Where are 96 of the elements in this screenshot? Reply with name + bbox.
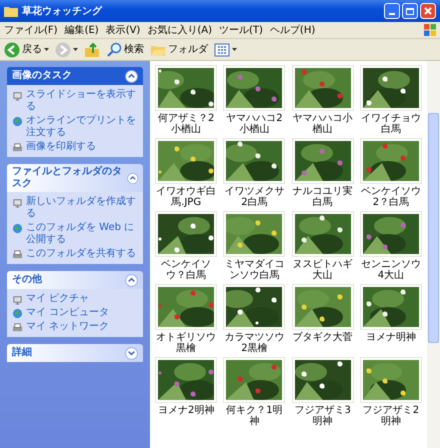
minimize-button[interactable]: [384, 3, 400, 19]
collapse-chevron-icon[interactable]: [125, 274, 138, 286]
thumbnail-frame[interactable]: [360, 211, 422, 257]
task-link[interactable]: マイ コンピュータ: [26, 307, 110, 319]
section-title: その他: [12, 274, 42, 286]
file-name: センニンソウ4大山: [360, 259, 422, 281]
task-link[interactable]: 画像を印刷する: [26, 141, 96, 153]
collapse-chevron-icon[interactable]: [126, 172, 138, 184]
maximize-button[interactable]: [402, 3, 418, 19]
dropdown-arrow-icon: [44, 48, 49, 51]
expand-chevron-icon[interactable]: [125, 346, 138, 360]
folders-button[interactable]: フォルダ: [150, 42, 208, 58]
task-link[interactable]: オンラインでプリントを注文する: [26, 115, 138, 139]
thumbnail-frame[interactable]: [292, 211, 354, 257]
up-button[interactable]: [84, 42, 100, 58]
thumbnail-frame[interactable]: [155, 65, 218, 111]
file-name: 何アザミ？2小楢山: [156, 113, 216, 135]
view-grid-icon: [214, 42, 230, 58]
task-link[interactable]: 新しいフォルダを作成する: [26, 196, 138, 220]
task-icon: [12, 90, 23, 101]
menu-item[interactable]: ツール(T): [219, 22, 263, 38]
file-name: ヤマハハコ小楢山: [292, 113, 354, 135]
file-name: ブタギク大菅: [292, 332, 353, 343]
task-icon: [12, 308, 23, 319]
file-name: イワツメクサ2白馬: [223, 186, 286, 208]
menu-item[interactable]: お気に入り(A): [147, 22, 212, 38]
task-icon: [12, 197, 23, 208]
window-title: 草花ウォッチング: [22, 4, 102, 18]
views-button[interactable]: [214, 42, 237, 58]
search-button[interactable]: 検索: [106, 42, 144, 58]
thumbnail-frame[interactable]: [292, 357, 354, 403]
scrollbar[interactable]: [427, 61, 440, 448]
thumbnail-frame[interactable]: [155, 284, 218, 330]
file-name: カラマツソウ2黒檜: [223, 332, 286, 354]
file-name: イワオウギ白馬.JPG: [155, 186, 218, 208]
file-name: ナルコユリ実白馬: [292, 186, 354, 208]
folder-icon: [4, 5, 18, 17]
task-icon: [12, 322, 23, 333]
windows-logo-icon: [424, 24, 436, 36]
menu-item[interactable]: ファイル(F): [4, 22, 58, 38]
menu-item[interactable]: 表示(V): [106, 22, 140, 38]
thumbnail-frame[interactable]: [360, 65, 422, 111]
thumbnail-frame[interactable]: [223, 138, 286, 184]
file-name: ヤマハハコ2小楢山: [225, 113, 284, 135]
thumbnail-frame[interactable]: [223, 284, 286, 330]
task-link[interactable]: マイ ピクチャ: [26, 293, 90, 305]
file-name: フジアザミ2明神: [362, 405, 420, 427]
thumbnail-frame[interactable]: [292, 138, 354, 184]
file-name: オトギリソウ黒檜: [155, 332, 218, 354]
section-header[interactable]: 画像のタスク: [7, 67, 143, 85]
dropdown-arrow-icon: [232, 48, 237, 51]
thumbnail-frame[interactable]: [223, 211, 286, 257]
file-name: ヨメナ明神: [366, 332, 416, 343]
thumbnail-frame[interactable]: [155, 357, 218, 403]
thumbnail-frame[interactable]: [292, 284, 354, 330]
task-link[interactable]: スライドショーを表示する: [26, 89, 138, 113]
file-name: ベンケイソウ2？白馬: [360, 186, 422, 208]
thumbnail-frame[interactable]: [155, 138, 218, 184]
task-icon: [12, 249, 23, 260]
task-icon: [12, 142, 23, 153]
section-header[interactable]: 詳細: [7, 344, 143, 362]
task-icon: [12, 116, 23, 127]
forward-button[interactable]: [55, 42, 78, 58]
thumbnail-frame[interactable]: [360, 357, 422, 403]
file-name: ベンケイソウ？白馬: [160, 259, 212, 281]
thumbnail-frame[interactable]: [223, 357, 286, 403]
menu-item[interactable]: 編集(E): [64, 22, 99, 38]
thumbnail-frame[interactable]: [223, 65, 286, 111]
file-name: イワイチョウ白馬: [360, 113, 422, 135]
up-folder-icon: [84, 42, 100, 58]
back-button[interactable]: 戻る: [4, 42, 49, 58]
section-title: 画像のタスク: [12, 70, 72, 82]
dropdown-arrow-icon: [73, 48, 78, 51]
file-name: ヌスビトハギ大山: [292, 259, 354, 281]
file-name: 何キク？1明神: [225, 405, 284, 427]
thumbnail-frame[interactable]: [360, 284, 422, 330]
section-header[interactable]: その他: [7, 271, 143, 289]
scrollbar-thumb[interactable]: [428, 113, 439, 343]
task-icon: [12, 223, 23, 234]
thumbnail-frame[interactable]: [360, 138, 422, 184]
collapse-chevron-icon[interactable]: [125, 70, 138, 82]
file-name: ヨメナ2明神: [158, 405, 214, 416]
search-icon: [106, 42, 122, 58]
thumbnail-frame[interactable]: [292, 65, 354, 111]
task-link[interactable]: このフォルダを Web に公開する: [26, 222, 138, 246]
task-link[interactable]: マイ ネットワーク: [26, 321, 110, 333]
file-name: フジアザミ3明神: [293, 405, 352, 427]
close-button[interactable]: [420, 3, 436, 19]
section-title: ファイルとフォルダのタスク: [12, 166, 123, 190]
section-title: 詳細: [12, 347, 32, 359]
task-icon: [12, 294, 23, 305]
menu-item[interactable]: ヘルプ(H): [270, 22, 316, 38]
thumbnail-frame[interactable]: [155, 211, 218, 257]
file-name: ミヤマダイコンソウ白馬: [223, 259, 286, 281]
section-header[interactable]: ファイルとフォルダのタスク: [7, 164, 143, 192]
task-link[interactable]: このフォルダを共有する: [26, 248, 136, 260]
